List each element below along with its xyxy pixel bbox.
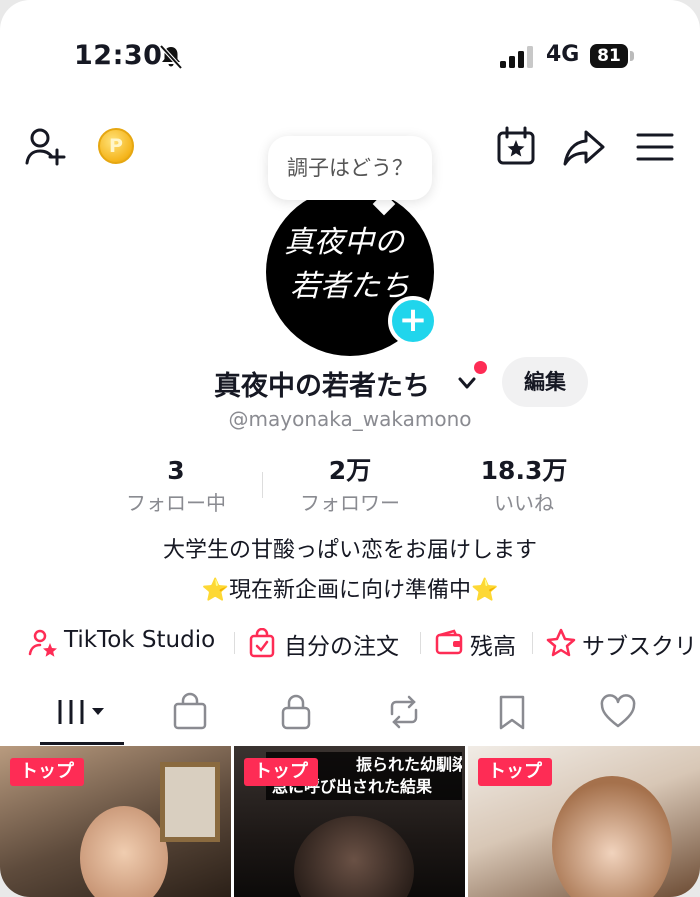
edit-profile-button[interactable]: 編集 <box>502 357 588 407</box>
stat-following-value: 3 <box>167 456 185 485</box>
shortcut-label: 残高 <box>470 634 516 660</box>
stat-followers[interactable]: 2万 フォロワー <box>260 454 440 518</box>
shortcut-subscription[interactable]: サブスクリ <box>546 624 700 660</box>
avatar-text-line2: 若者たち <box>290 269 410 304</box>
stat-following[interactable]: 3 フォロー中 <box>86 454 266 518</box>
subscription-star-icon <box>546 628 576 657</box>
coin-icon[interactable]: P <box>98 128 134 164</box>
stat-followers-label: フォロワー <box>300 491 400 515</box>
calendar-star-icon[interactable] <box>496 126 536 166</box>
bio-line-1: 大学生の甘酸っぱい恋をお届けします <box>162 538 537 563</box>
signal-icon <box>500 46 533 68</box>
tab-videos-grid-icon[interactable] <box>54 690 110 734</box>
stat-likes-label: いいね <box>494 491 554 515</box>
shortcut-label: 自分の注文 <box>284 634 399 660</box>
profile-name[interactable]: 真夜中の若者たち <box>214 364 430 403</box>
tab-bookmark-icon[interactable] <box>492 690 532 734</box>
tab-repost-icon[interactable] <box>384 690 424 734</box>
shopping-bag-check-icon <box>249 628 275 658</box>
thumbnail-face <box>80 806 168 897</box>
stat-likes-value: 18.3万 <box>480 456 568 485</box>
star-icon: ⭐ <box>201 578 229 603</box>
battery-tip <box>630 51 634 61</box>
battery-level: 81 <box>590 44 628 68</box>
shortcut-divider <box>532 632 533 654</box>
shortcut-balance[interactable]: 残高 <box>434 624 534 660</box>
shortcut-divider <box>420 632 421 654</box>
tab-private-lock-icon[interactable] <box>276 690 316 734</box>
studio-user-star-icon <box>28 629 57 657</box>
star-icon: ⭐ <box>471 578 499 603</box>
status-time: 12:30 <box>74 40 163 71</box>
active-tab-indicator <box>40 742 124 745</box>
stat-following-label: フォロー中 <box>126 491 226 515</box>
thumbnail-frame <box>160 762 220 842</box>
thumbnail-face <box>294 816 414 897</box>
network-type: 4G <box>546 42 580 67</box>
pinned-top-badge: トップ <box>478 758 552 786</box>
add-story-plus-icon[interactable]: + <box>388 296 438 346</box>
shortcut-label: TikTok Studio <box>64 627 216 653</box>
status-bubble[interactable]: 調子はどう？ <box>268 136 432 200</box>
thumbnail-face <box>552 776 672 897</box>
shortcut-orders[interactable]: 自分の注文 <box>248 624 418 660</box>
bio-line-2-text: 現在新企画に向け準備中 <box>228 578 471 603</box>
menu-icon[interactable] <box>636 132 674 162</box>
tab-shop-bag-icon[interactable] <box>170 690 210 734</box>
wallet-icon <box>435 629 463 655</box>
profile-handle: @mayonaka_wakamono <box>228 407 472 431</box>
add-user-icon[interactable] <box>24 126 66 168</box>
notification-dot <box>474 361 487 374</box>
chevron-down-icon[interactable] <box>456 372 478 394</box>
tab-liked-heart-icon[interactable] <box>598 690 638 734</box>
shortcut-divider <box>234 632 235 654</box>
share-icon[interactable] <box>562 128 606 168</box>
stat-followers-value: 2万 <box>328 456 372 485</box>
bio-line-2: ⭐現在新企画に向け準備中⭐ <box>0 572 700 604</box>
pinned-top-badge: トップ <box>10 758 84 786</box>
coin-label: P <box>109 135 123 157</box>
avatar-text-line1: 真夜中の <box>284 225 406 260</box>
stat-likes[interactable]: 18.3万 いいね <box>434 454 614 518</box>
shortcut-label: サブスクリ <box>582 634 697 660</box>
pinned-top-badge: トップ <box>244 758 318 786</box>
phone-screen: 12:30 4G 81 P 真夜中の 若者たち 調子はどう？ + 真夜中の若者た… <box>0 0 700 897</box>
bell-muted-icon <box>159 44 183 70</box>
shortcut-tiktok-studio[interactable]: TikTok Studio <box>28 624 228 660</box>
